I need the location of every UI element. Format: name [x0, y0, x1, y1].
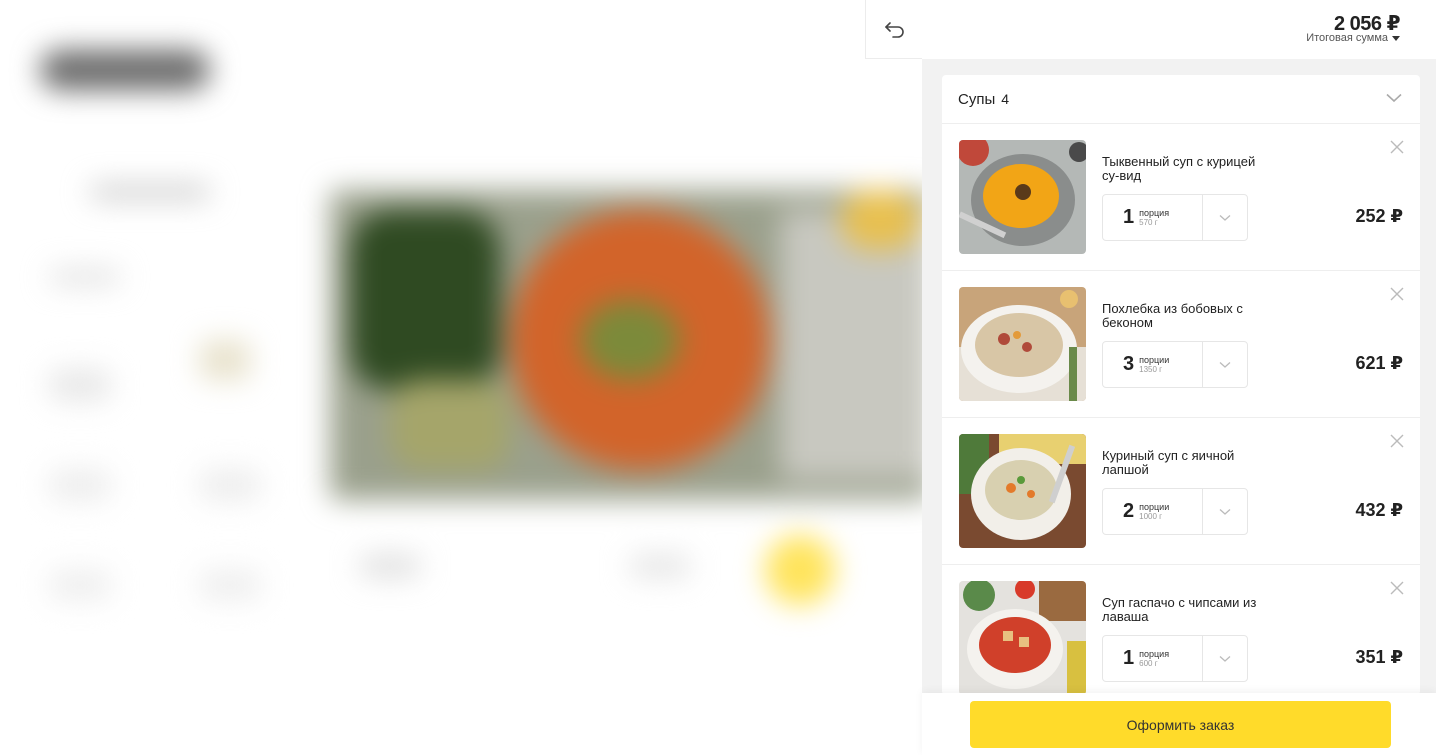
close-icon[interactable] — [1390, 581, 1404, 595]
bg-nav-item — [50, 270, 120, 284]
quantity-weight: 600 г — [1139, 658, 1158, 668]
bg-yellow-button — [765, 535, 835, 605]
cart-item: Суп гаспачо с чипсами из лаваша 1 порция… — [942, 565, 1420, 695]
cart-footer: Оформить заказ — [922, 693, 1436, 755]
background-blur-layer — [0, 0, 922, 755]
bg-hero-greens — [350, 210, 500, 390]
section-count: 4 — [1001, 91, 1010, 107]
quantity-dropdown-toggle[interactable] — [1203, 342, 1247, 387]
item-name: Суп гаспачо с чипсами из лаваша — [1102, 595, 1257, 624]
quantity-display: 1 порция 570 г — [1103, 195, 1203, 240]
quantity-meta: порция 570 г — [1139, 208, 1169, 228]
item-photo — [959, 140, 1086, 254]
quantity-meta: порция 600 г — [1139, 649, 1169, 669]
total-label: Итоговая сумма — [1306, 32, 1388, 44]
cart-item: Тыквенный суп с курицей су-вид 1 порция … — [942, 124, 1420, 271]
quantity-unit: порции — [1139, 501, 1170, 512]
section-header[interactable]: Супы 4 — [942, 75, 1420, 124]
quantity-dropdown-toggle[interactable] — [1203, 489, 1247, 534]
quantity-unit: порция — [1139, 207, 1170, 218]
bg-nav-item — [200, 340, 250, 380]
quantity-display: 2 порции 1000 г — [1103, 489, 1203, 534]
chevron-down-icon[interactable] — [1386, 93, 1402, 103]
place-order-button[interactable]: Оформить заказ — [970, 701, 1391, 748]
quantity-meta: порции 1000 г — [1139, 502, 1169, 522]
total-sum-dropdown[interactable]: Итоговая сумма — [1306, 32, 1400, 44]
chevron-down-icon — [1219, 361, 1231, 368]
chevron-down-icon — [1219, 214, 1231, 221]
blurred-background-page — [0, 0, 922, 755]
quantity-meta: порции 1350 г — [1139, 355, 1169, 375]
item-price: 621 ₽ — [1355, 353, 1403, 373]
quantity-weight: 1350 г — [1139, 364, 1163, 374]
cart-item: Куриный суп с яичной лапшой 2 порции 100… — [942, 418, 1420, 565]
quantity-number: 3 — [1123, 353, 1135, 375]
caret-down-icon — [1392, 35, 1400, 41]
bg-hero-side — [390, 380, 510, 470]
bg-nav-item — [200, 470, 260, 500]
bg-nav-item — [50, 370, 110, 400]
quantity-weight: 570 г — [1139, 217, 1158, 227]
bg-logo — [40, 50, 210, 90]
cart-section-soups: Супы 4 Тыквенный суп с курицей су-вид 1 … — [942, 75, 1420, 695]
item-name: Похлебка из бобовых с беконом — [1102, 301, 1243, 330]
quantity-unit: порция — [1139, 648, 1170, 659]
bg-hero-right-yellow — [840, 190, 920, 250]
quantity-selector[interactable]: 1 порция 600 г — [1102, 635, 1248, 682]
quantity-unit: порции — [1139, 354, 1170, 365]
item-price: 252 ₽ — [1355, 206, 1403, 226]
section-title: Супы — [958, 90, 996, 108]
item-price: 351 ₽ — [1355, 647, 1403, 667]
back-button[interactable] — [865, 0, 923, 59]
close-icon[interactable] — [1390, 287, 1404, 301]
quantity-dropdown-toggle[interactable] — [1203, 636, 1247, 681]
undo-arrow-icon — [884, 22, 904, 38]
bg-hero-garnish — [580, 300, 680, 380]
chevron-down-icon — [1219, 655, 1231, 662]
cart-panel: 2 056 ₽ Итоговая сумма Супы 4 Тыквенный … — [922, 0, 1436, 755]
item-photo — [959, 581, 1086, 695]
close-icon[interactable] — [1390, 140, 1404, 154]
quantity-number: 1 — [1123, 206, 1135, 228]
close-icon[interactable] — [1390, 434, 1404, 448]
bg-nav-item — [50, 570, 110, 600]
quantity-dropdown-toggle[interactable] — [1203, 195, 1247, 240]
item-photo — [959, 434, 1086, 548]
chevron-down-icon — [1219, 508, 1231, 515]
bg-nav-item — [50, 470, 110, 500]
bg-hero-right — [780, 210, 922, 480]
cart-item: Похлебка из бобовых с беконом 3 порции 1… — [942, 271, 1420, 418]
item-name: Тыквенный суп с курицей су-вид — [1102, 154, 1256, 183]
bg-nav-item — [200, 570, 260, 600]
quantity-selector[interactable]: 1 порция 570 г — [1102, 194, 1248, 241]
quantity-selector[interactable]: 2 порции 1000 г — [1102, 488, 1248, 535]
item-price: 432 ₽ — [1355, 500, 1403, 520]
item-name: Куриный суп с яичной лапшой — [1102, 448, 1235, 477]
bg-nav-item — [90, 185, 210, 199]
quantity-display: 3 порции 1350 г — [1103, 342, 1203, 387]
bg-text-line — [360, 555, 420, 577]
quantity-number: 2 — [1123, 500, 1135, 522]
bg-text-line — [630, 555, 690, 577]
quantity-selector[interactable]: 3 порции 1350 г — [1102, 341, 1248, 388]
cart-header: 2 056 ₽ Итоговая сумма — [922, 0, 1436, 59]
quantity-display: 1 порция 600 г — [1103, 636, 1203, 681]
item-photo — [959, 287, 1086, 401]
quantity-weight: 1000 г — [1139, 511, 1163, 521]
quantity-number: 1 — [1123, 647, 1135, 669]
